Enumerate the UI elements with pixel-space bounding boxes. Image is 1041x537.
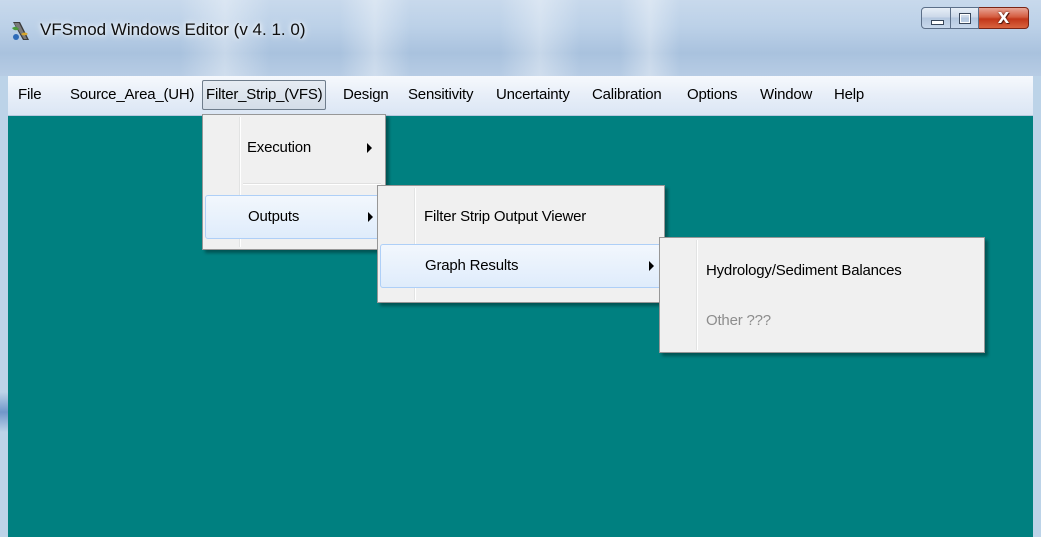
menu-options[interactable]: Options — [687, 81, 737, 109]
menu-item-outputs[interactable]: Outputs — [205, 195, 383, 239]
graph-results-submenu: Hydrology/Sediment Balances Other ??? — [659, 237, 985, 353]
close-icon: X — [997, 9, 1010, 27]
title-bar-glass-streak — [340, 0, 410, 76]
menu-item-other: Other ??? — [662, 300, 982, 344]
menu-design[interactable]: Design — [343, 81, 389, 109]
menu-window[interactable]: Window — [760, 81, 812, 109]
minimize-icon — [931, 20, 944, 25]
menu-item-label: Execution — [247, 139, 312, 156]
menu-separator — [243, 183, 381, 185]
window-title: VFSmod Windows Editor (v 4. 1. 0) — [40, 20, 306, 39]
menu-item-label: Outputs — [248, 208, 300, 225]
app-window: VFSmod Windows Editor (v 4. 1. 0) X File… — [0, 0, 1041, 537]
chevron-right-icon — [368, 212, 373, 222]
menu-uncertainty[interactable]: Uncertainty — [496, 81, 570, 109]
menu-calibration[interactable]: Calibration — [592, 81, 662, 109]
menu-file[interactable]: File — [18, 81, 42, 109]
close-button[interactable]: X — [979, 7, 1029, 29]
filter-strip-menu: Execution Outputs — [202, 114, 386, 250]
menu-item-label: Other ??? — [706, 312, 771, 329]
app-icon[interactable] — [10, 20, 32, 42]
menu-item-label: Filter Strip Output Viewer — [424, 208, 587, 225]
menu-item-graph-results[interactable]: Graph Results — [380, 244, 662, 288]
menu-item-label: Hydrology/Sediment Balances — [706, 262, 902, 279]
menu-item-label: Graph Results — [425, 257, 519, 274]
menu-filter-strip[interactable]: Filter_Strip_(VFS) — [202, 80, 327, 110]
menu-source-area[interactable]: Source_Area_(UH) — [70, 81, 195, 109]
title-bar-glass-streak — [620, 0, 680, 76]
outputs-submenu: Filter Strip Output Viewer Graph Results — [377, 185, 665, 303]
caption-buttons: X — [921, 7, 1029, 29]
menu-item-hydrology-sediment-balances[interactable]: Hydrology/Sediment Balances — [662, 250, 982, 294]
menu-bar: File Source_Area_(UH) Filter_Strip_(VFS)… — [8, 76, 1033, 116]
chevron-right-icon — [367, 143, 372, 153]
maximize-icon — [959, 13, 971, 24]
maximize-button[interactable] — [951, 7, 979, 29]
window-frame-accent — [0, 392, 8, 432]
minimize-button[interactable] — [921, 7, 951, 29]
title-bar[interactable]: VFSmod Windows Editor (v 4. 1. 0) X — [0, 0, 1041, 76]
title-bar-glass-streak — [500, 0, 580, 76]
menu-item-filter-strip-output-viewer[interactable]: Filter Strip Output Viewer — [380, 196, 662, 240]
menu-sensitivity[interactable]: Sensitivity — [408, 81, 474, 109]
chevron-right-icon — [649, 261, 654, 271]
menu-item-execution[interactable]: Execution — [205, 127, 383, 171]
menu-help[interactable]: Help — [834, 81, 864, 109]
